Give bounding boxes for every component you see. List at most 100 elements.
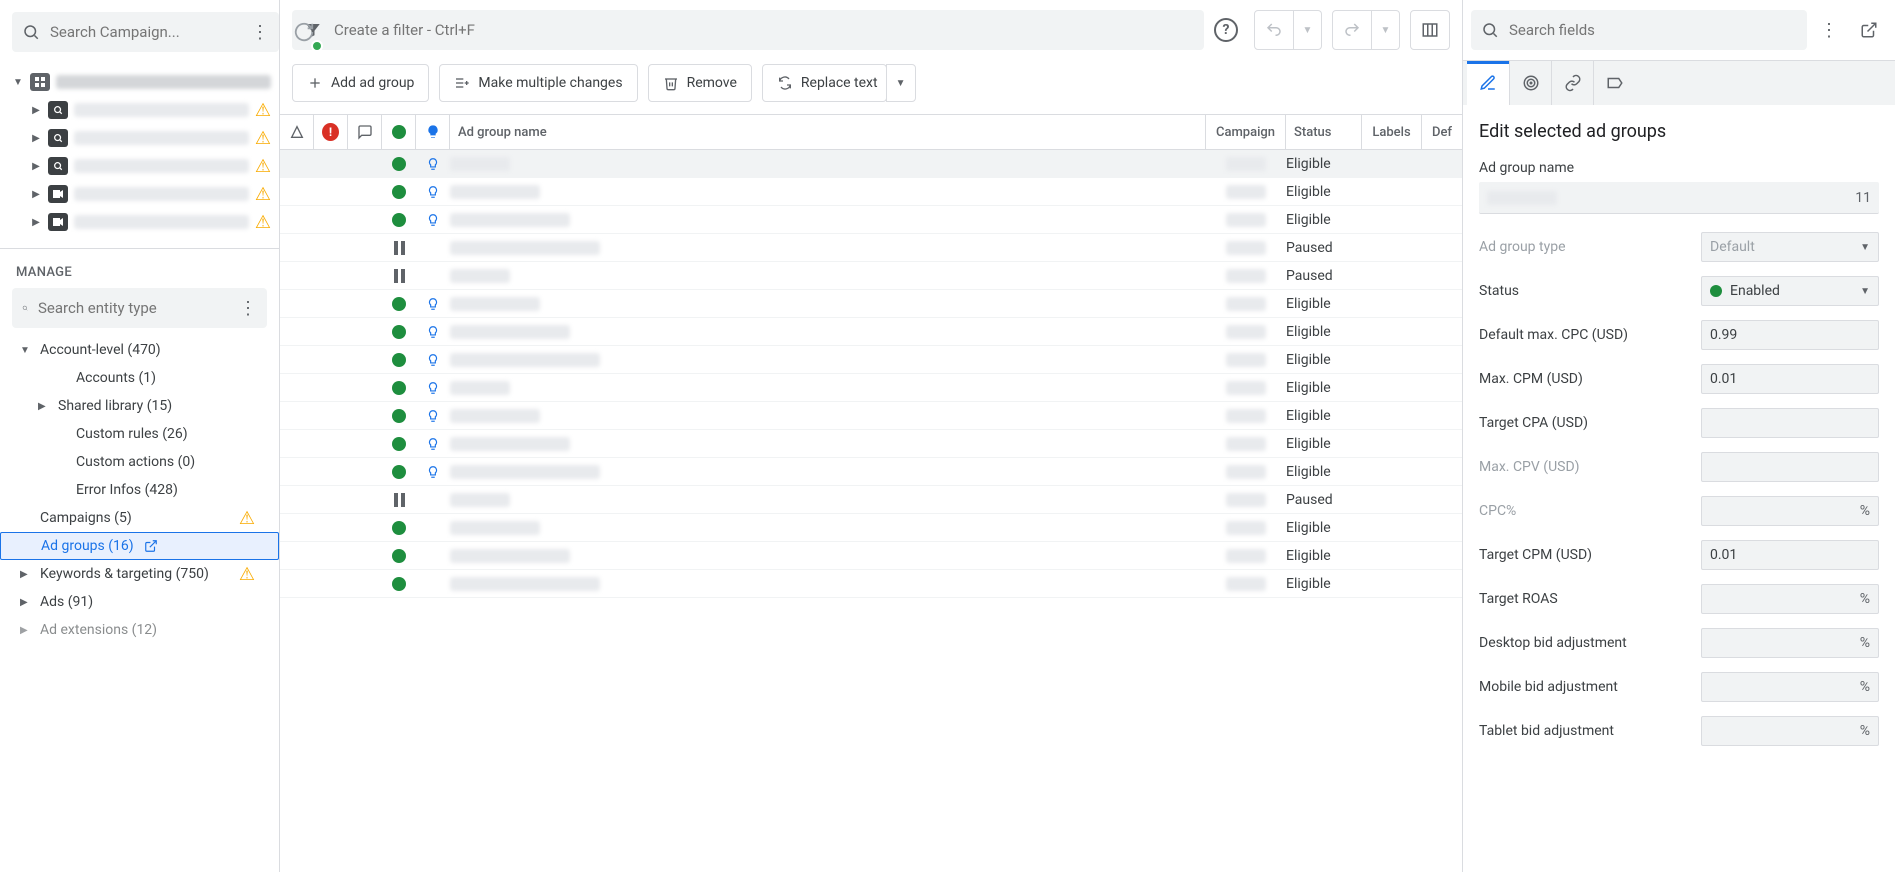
grid-body[interactable]: EligibleEligibleEligiblePausedPausedElig… bbox=[280, 150, 1462, 856]
tab-labels[interactable] bbox=[1593, 61, 1635, 105]
input-mobile-bid[interactable]: % bbox=[1701, 672, 1879, 702]
table-row[interactable]: Eligible bbox=[280, 290, 1462, 318]
tree-row[interactable]: ▶⚠ bbox=[8, 124, 271, 152]
tab-urls[interactable] bbox=[1551, 61, 1593, 105]
table-row[interactable]: Eligible bbox=[280, 206, 1462, 234]
more-icon[interactable]: ⋮ bbox=[251, 22, 269, 43]
horizontal-scrollbar[interactable] bbox=[280, 856, 1462, 872]
status-paused-icon bbox=[394, 493, 405, 507]
table-row[interactable]: Eligible bbox=[280, 178, 1462, 206]
col-campaign[interactable]: Campaign bbox=[1206, 115, 1286, 149]
tree-row[interactable]: ▼ bbox=[8, 68, 271, 96]
table-row[interactable]: Eligible bbox=[280, 570, 1462, 598]
add-ad-group-button[interactable]: Add ad group bbox=[292, 64, 429, 102]
status-dot-icon bbox=[392, 125, 406, 139]
table-row[interactable]: Eligible bbox=[280, 402, 1462, 430]
fields-search[interactable] bbox=[1471, 10, 1807, 50]
table-row[interactable]: Paused bbox=[280, 262, 1462, 290]
input-ad-group-name[interactable]: 11 bbox=[1479, 182, 1879, 214]
entity-custom-actions[interactable]: Custom actions (0) bbox=[0, 448, 279, 476]
campaign-tree: ▼ ▶⚠ ▶⚠ ▶⚠ ▶⚠ ▶⚠ bbox=[0, 64, 279, 248]
cell-status: Paused bbox=[1286, 240, 1362, 256]
tree-row[interactable]: ▶⚠ bbox=[8, 152, 271, 180]
bulb-icon bbox=[425, 124, 441, 140]
sync-button[interactable] bbox=[287, 14, 321, 50]
input-status[interactable]: Enabled▼ bbox=[1701, 276, 1879, 306]
status-enabled-icon bbox=[392, 521, 406, 535]
entity-custom-rules[interactable]: Custom rules (26) bbox=[0, 420, 279, 448]
filter-input[interactable] bbox=[332, 20, 1192, 40]
table-row[interactable]: Eligible bbox=[280, 514, 1462, 542]
help-icon[interactable]: ? bbox=[1214, 18, 1238, 42]
input-desktop-bid[interactable]: % bbox=[1701, 628, 1879, 658]
entity-ad-extensions[interactable]: ▶Ad extensions (12) bbox=[0, 616, 279, 644]
video-campaign-icon bbox=[48, 213, 68, 231]
entity-type-search[interactable]: ⋮ bbox=[12, 288, 267, 328]
col-default[interactable]: Def bbox=[1422, 115, 1462, 149]
tree-row[interactable]: ▶⚠ bbox=[8, 208, 271, 236]
make-multiple-changes-button[interactable]: Make multiple changes bbox=[439, 64, 637, 102]
entity-accounts[interactable]: Accounts (1) bbox=[0, 364, 279, 392]
col-status[interactable]: Status bbox=[1286, 115, 1362, 149]
replace-text-button[interactable]: Replace text bbox=[762, 64, 887, 102]
label-desktop-bid: Desktop bid adjustment bbox=[1479, 635, 1689, 651]
undo-group: ▼ bbox=[1254, 10, 1322, 50]
cell-status: Eligible bbox=[1286, 520, 1362, 536]
input-target-cpa[interactable] bbox=[1701, 408, 1879, 438]
tree-row[interactable]: ▶⚠ bbox=[8, 180, 271, 208]
entity-ads[interactable]: ▶Ads (91) bbox=[0, 588, 279, 616]
warning-icon: ⚠ bbox=[239, 564, 255, 585]
video-campaign-icon bbox=[48, 185, 68, 203]
open-external-icon[interactable] bbox=[144, 539, 158, 553]
status-enabled-icon bbox=[392, 381, 406, 395]
input-target-roas[interactable]: % bbox=[1701, 584, 1879, 614]
redo-button[interactable] bbox=[1332, 10, 1372, 50]
cell-status: Paused bbox=[1286, 492, 1362, 508]
tree-row[interactable]: ▶⚠ bbox=[8, 96, 271, 124]
entity-error-infos[interactable]: Error Infos (428) bbox=[0, 476, 279, 504]
entity-campaigns[interactable]: Campaigns (5)⚠ bbox=[0, 504, 279, 532]
tab-edit[interactable] bbox=[1467, 61, 1509, 105]
table-row[interactable]: Eligible bbox=[280, 542, 1462, 570]
replace-text-dropdown[interactable]: ▼ bbox=[886, 64, 916, 102]
columns-button[interactable] bbox=[1410, 10, 1450, 50]
tab-targeting[interactable] bbox=[1509, 61, 1551, 105]
entity-keywords-targeting[interactable]: ▶Keywords & targeting (750)⚠ bbox=[0, 560, 279, 588]
cell-status: Eligible bbox=[1286, 156, 1362, 172]
table-row[interactable]: Eligible bbox=[280, 318, 1462, 346]
redo-dropdown[interactable]: ▼ bbox=[1372, 10, 1400, 50]
bulb-icon bbox=[426, 437, 440, 451]
table-row[interactable]: Paused bbox=[280, 234, 1462, 262]
more-icon[interactable]: ⋮ bbox=[239, 298, 257, 319]
entity-account-level[interactable]: ▼Account-level (470) bbox=[0, 336, 279, 364]
input-tablet-bid[interactable]: % bbox=[1701, 716, 1879, 746]
table-row[interactable]: Paused bbox=[280, 486, 1462, 514]
table-row[interactable]: Eligible bbox=[280, 430, 1462, 458]
table-row[interactable]: Eligible bbox=[280, 346, 1462, 374]
undo-button[interactable] bbox=[1254, 10, 1294, 50]
campaign-search-input[interactable] bbox=[48, 22, 251, 42]
label-default-max-cpc: Default max. CPC (USD) bbox=[1479, 327, 1689, 343]
col-ad-group-name[interactable]: Ad group name bbox=[450, 115, 1206, 149]
undo-dropdown[interactable]: ▼ bbox=[1294, 10, 1322, 50]
cell-status: Eligible bbox=[1286, 352, 1362, 368]
status-paused-icon bbox=[394, 241, 405, 255]
entity-ad-groups[interactable]: Ad groups (16) bbox=[0, 532, 279, 560]
input-default-max-cpc[interactable]: 0.99 bbox=[1701, 320, 1879, 350]
popout-icon[interactable] bbox=[1851, 12, 1887, 48]
filter-bar[interactable] bbox=[292, 10, 1204, 50]
name-char-count: 11 bbox=[1855, 190, 1871, 206]
remove-button[interactable]: Remove bbox=[648, 64, 752, 102]
table-row[interactable]: Eligible bbox=[280, 458, 1462, 486]
input-max-cpm[interactable]: 0.01 bbox=[1701, 364, 1879, 394]
table-row[interactable]: Eligible bbox=[280, 374, 1462, 402]
entity-shared-library[interactable]: ▶Shared library (15) bbox=[0, 392, 279, 420]
fields-search-input[interactable] bbox=[1507, 20, 1797, 40]
table-row[interactable]: Eligible bbox=[280, 150, 1462, 178]
input-target-cpm[interactable]: 0.01 bbox=[1701, 540, 1879, 570]
entity-type-input[interactable] bbox=[36, 298, 239, 318]
col-labels[interactable]: Labels bbox=[1362, 115, 1422, 149]
campaign-search[interactable]: ⋮ bbox=[12, 12, 279, 52]
more-icon[interactable]: ⋮ bbox=[1811, 12, 1847, 48]
bulb-icon bbox=[426, 381, 440, 395]
